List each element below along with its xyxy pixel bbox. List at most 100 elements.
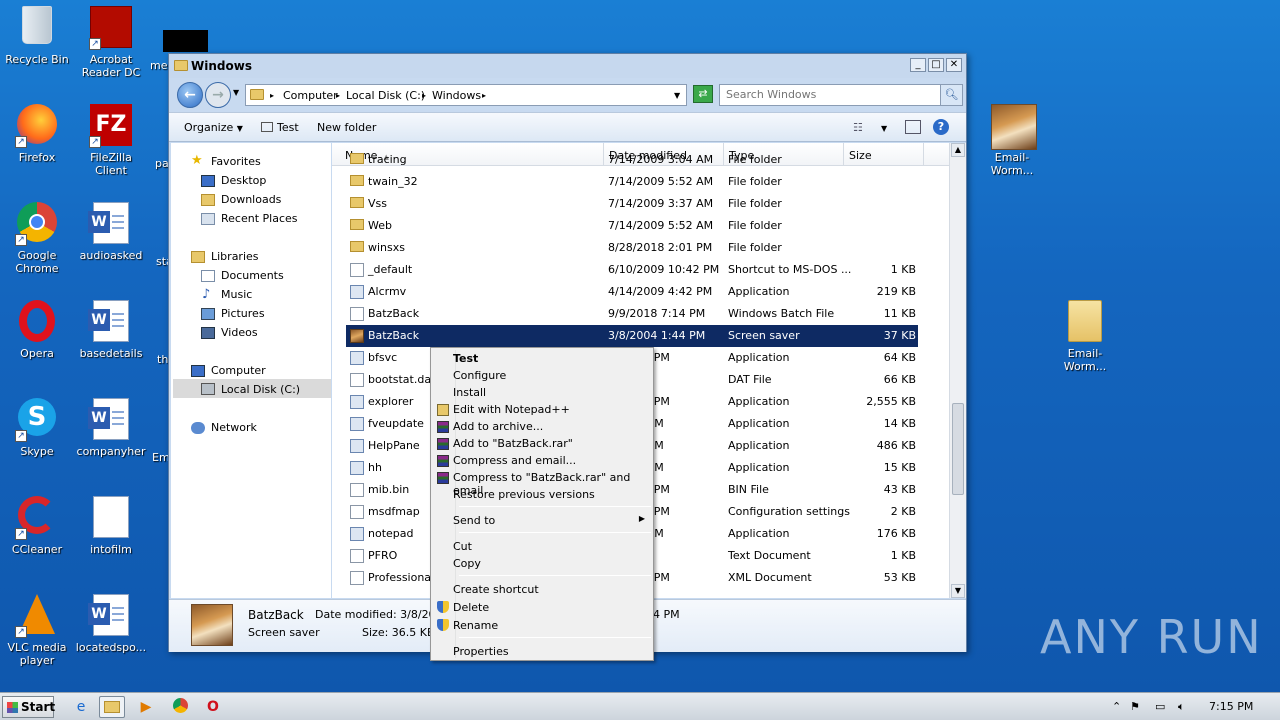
file-row[interactable]: Alcrmv 4/14/2009 4:42 PM Application 219 KB (346, 281, 918, 303)
address-bar[interactable]: ▸ Computer ▸ Local Disk (C:) ▸ Windows ▸… (245, 84, 687, 106)
locatedspo-file[interactable]: locatedspo... (74, 594, 148, 654)
email-worm-screensaver[interactable]: Email-Worm... (974, 104, 1050, 177)
ccleaner-shortcut[interactable]: ↗ CCleaner (0, 496, 74, 556)
nav-local-disk[interactable]: Local Disk (C:) (221, 383, 300, 396)
menu-item-copy[interactable]: Copy (453, 557, 481, 570)
email-worm-folder[interactable]: Email-Worm... (1047, 300, 1123, 373)
basedetails-file[interactable]: basedetails (74, 300, 148, 360)
breadcrumb-windows[interactable]: Windows (432, 89, 481, 102)
organize-button[interactable]: Organize ▼ (184, 121, 243, 134)
skype-shortcut[interactable]: S ↗ Skype (0, 398, 74, 458)
nav-favorites[interactable]: Favorites (211, 155, 261, 168)
internet-explorer-icon[interactable]: e (68, 696, 94, 718)
breadcrumb-chevron-icon[interactable]: ▸ (482, 91, 486, 100)
file-row[interactable]: tracing 7/14/2009 3:04 AM File folder (346, 149, 918, 171)
menu-item-edit-notepadpp[interactable]: Edit with Notepad++ (453, 403, 570, 416)
breadcrumb-computer[interactable]: Computer (283, 89, 338, 102)
menu-item-add-to-rar[interactable]: Add to "BatzBack.rar" (453, 437, 573, 450)
refresh-button[interactable]: ⇄ (693, 85, 713, 103)
search-icon[interactable]: 🔍︎ (940, 85, 962, 105)
view-options-icon[interactable]: ☷ (853, 121, 863, 134)
file-row[interactable]: BatzBack 3/8/2004 1:44 PM Screen saver 37 K… (346, 325, 918, 347)
opera-shortcut[interactable]: Opera (0, 300, 74, 360)
file-row[interactable]: Vss 7/14/2009 3:37 AM File folder (346, 193, 918, 215)
address-dropdown-icon[interactable]: ▼ (674, 91, 680, 100)
show-hidden-icons-icon[interactable]: ⌃ (1112, 700, 1121, 713)
menu-item-send-to[interactable]: Send to (453, 514, 495, 527)
help-icon[interactable]: ? (933, 119, 949, 135)
file-name: Professional (368, 571, 435, 584)
dog-icon (350, 329, 364, 343)
desktop-icon-label: locatedspo... (75, 641, 147, 654)
explorer-taskbar-icon[interactable] (99, 696, 125, 718)
file-name: BatzBack (368, 329, 420, 342)
close-button[interactable]: ✕ (946, 58, 962, 72)
menu-item-install[interactable]: Install (453, 386, 486, 399)
nav-recent-places[interactable]: Recent Places (221, 212, 298, 225)
file-row[interactable]: Web 7/14/2009 5:52 AM File folder (346, 215, 918, 237)
menu-item-create-shortcut[interactable]: Create shortcut (453, 583, 539, 596)
menu-item-add-to-archive[interactable]: Add to archive... (453, 420, 543, 433)
nav-documents[interactable]: Documents (221, 269, 284, 282)
title-bar[interactable]: Windows _ □ ✕ (169, 54, 966, 78)
test-button[interactable]: Test (261, 121, 299, 134)
audioasked-file[interactable]: audioasked (74, 202, 148, 262)
new-folder-button[interactable]: New folder (317, 121, 376, 134)
file-type: File folder (728, 241, 782, 254)
clock[interactable]: 7:15 PM (1209, 700, 1253, 713)
media-player-icon[interactable]: ▶ (133, 696, 159, 718)
file-row[interactable]: winsxs 8/28/2018 2:01 PM File folder (346, 237, 918, 259)
menu-item-delete[interactable]: Delete (453, 601, 489, 614)
back-button[interactable]: ← (177, 82, 203, 108)
scroll-thumb[interactable] (952, 403, 964, 495)
start-button[interactable]: Start (2, 696, 55, 718)
menu-item-test[interactable]: Test (453, 352, 478, 365)
breadcrumb-chevron-icon[interactable]: ▸ (422, 91, 426, 100)
menu-item-configure[interactable]: Configure (453, 369, 506, 382)
intofilm-file[interactable]: intofilm (74, 496, 148, 556)
folder-icon (350, 153, 364, 164)
vlc-shortcut[interactable]: ↗ VLC media player (0, 594, 74, 667)
file-row[interactable]: BatzBack 9/9/2018 7:14 PM Windows Batch Fi… (346, 303, 918, 325)
maximize-button[interactable]: □ (928, 58, 944, 72)
opera-taskbar-icon[interactable]: O (200, 696, 226, 718)
vertical-scrollbar[interactable]: ▲ ▼ (949, 143, 966, 598)
nav-libraries[interactable]: Libraries (211, 250, 259, 263)
nav-videos[interactable]: Videos (221, 326, 258, 339)
nav-pictures[interactable]: Pictures (221, 307, 265, 320)
menu-item-rename[interactable]: Rename (453, 619, 498, 632)
nav-desktop[interactable]: Desktop (221, 174, 266, 187)
recent-pages-chevron-icon[interactable]: ▼ (233, 88, 239, 97)
scroll-down-icon[interactable]: ▼ (951, 584, 965, 598)
breadcrumb-local-disk[interactable]: Local Disk (C:) (346, 89, 425, 102)
filezilla-shortcut[interactable]: FZ ↗ FileZilla Client (74, 104, 148, 177)
menu-item-properties[interactable]: Properties (453, 645, 509, 658)
chrome-shortcut[interactable]: ↗ Google Chrome (0, 202, 74, 275)
nav-downloads[interactable]: Downloads (221, 193, 281, 206)
firefox-shortcut[interactable]: ↗ Firefox (0, 104, 74, 164)
file-row[interactable]: _default 6/10/2009 10:42 PM Shortcut to MS… (346, 259, 918, 281)
breadcrumb-chevron-icon[interactable]: ▸ (270, 91, 274, 100)
minimize-button[interactable]: _ (910, 58, 926, 72)
forward-button[interactable]: → (205, 82, 231, 108)
acrobat-shortcut[interactable]: ↗ Acrobat Reader DC (74, 6, 148, 79)
recycle-bin-shortcut[interactable]: Recycle Bin (0, 6, 74, 66)
flag-icon[interactable]: ⚑ (1130, 700, 1140, 713)
nav-computer[interactable]: Computer (211, 364, 266, 377)
search-box[interactable]: 🔍︎ (719, 84, 963, 106)
preview-pane-icon[interactable] (905, 120, 921, 134)
breadcrumb-chevron-icon[interactable]: ▸ (336, 91, 340, 100)
volume-icon[interactable]: 🔈︎ (1178, 700, 1185, 714)
scroll-up-icon[interactable]: ▲ (951, 143, 965, 157)
menu-item-cut[interactable]: Cut (453, 540, 472, 553)
nav-music[interactable]: Music (221, 288, 252, 301)
search-input[interactable] (726, 88, 936, 101)
menu-item-compress-email[interactable]: Compress and email... (453, 454, 576, 467)
monitor-icon[interactable]: ▭ (1155, 700, 1165, 713)
menu-item-restore-previous[interactable]: Restore previous versions (453, 488, 595, 501)
file-row[interactable]: twain_32 7/14/2009 5:52 AM File folder (346, 171, 918, 193)
nav-network[interactable]: Network (211, 421, 257, 434)
chrome-taskbar-icon[interactable] (167, 696, 193, 718)
companyher-file[interactable]: companyher (74, 398, 148, 458)
chevron-down-icon[interactable]: ▼ (881, 124, 887, 133)
